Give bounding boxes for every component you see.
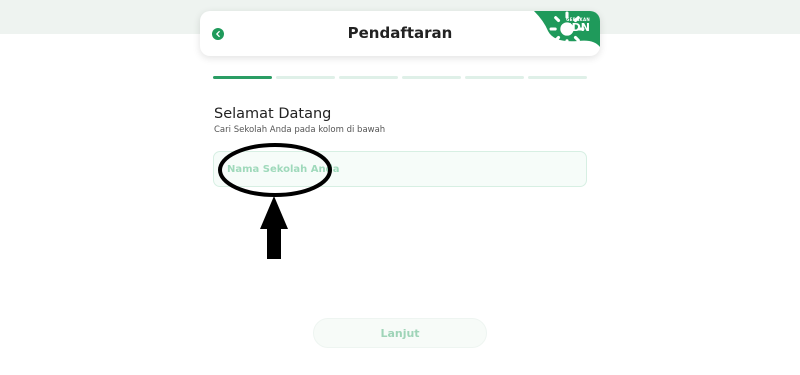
progress-step-1 (213, 76, 272, 79)
next-button[interactable]: Lanjut (313, 318, 487, 348)
brand-name: IDN (567, 21, 590, 34)
progress-step-3 (339, 76, 398, 79)
brand-logo: GERAKAN IDN (534, 11, 600, 47)
app-header: Pendaftaran GERAKAN IDN (200, 11, 600, 56)
progress-step-2 (276, 76, 335, 79)
progress-steps (213, 76, 587, 79)
welcome-title: Selamat Datang (214, 106, 332, 122)
welcome-subtitle: Cari Sekolah Anda pada kolom di bawah (214, 125, 386, 135)
progress-step-4 (402, 76, 461, 79)
progress-step-5 (465, 76, 524, 79)
arrow-up-icon (260, 196, 288, 259)
school-search-input[interactable] (213, 151, 587, 187)
progress-step-6 (528, 76, 587, 79)
